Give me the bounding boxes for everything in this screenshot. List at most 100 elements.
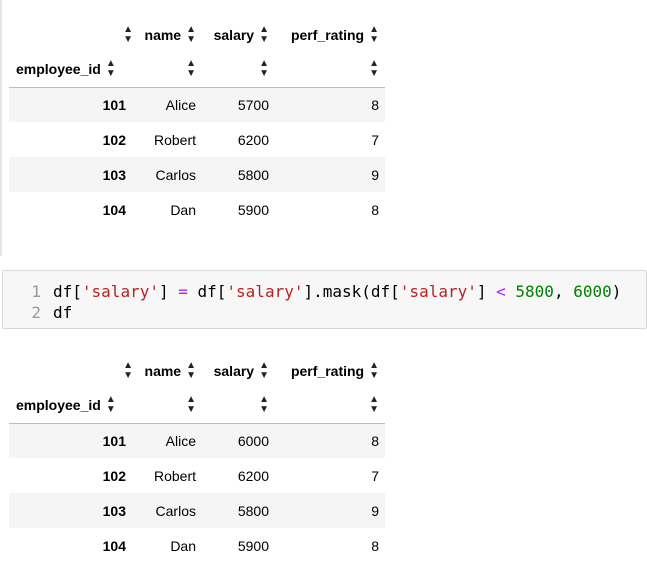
cell-salary: 6200 <box>237 131 269 148</box>
sort-icon[interactable]: ▲ ▼ <box>186 59 196 79</box>
row-index: 104 <box>102 537 126 554</box>
row-index: 102 <box>102 131 126 148</box>
empty-header-cell: ▲ ▼ <box>203 52 277 88</box>
cell-salary: 6000 <box>237 432 269 449</box>
code-token: 'salary' <box>226 282 304 301</box>
sort-icon[interactable]: ▲ ▼ <box>123 360 133 381</box>
sort-icon[interactable]: ▲ ▼ <box>123 24 133 45</box>
cell-perf-rating: 9 <box>371 166 379 183</box>
code-token: ].mask(df[ <box>303 282 400 301</box>
column-header-row: ▲ ▼ name ▲ ▼ salary ▲ ▼ perf_rating ▲ ▼ <box>9 353 385 388</box>
table-row: 103 Carlos 5800 9 <box>9 157 385 192</box>
index-name-header[interactable]: employee_id ▲ ▼ <box>9 388 133 424</box>
column-header-salary[interactable]: salary ▲ ▼ <box>203 353 277 388</box>
index-label: employee_id <box>16 397 101 414</box>
table-row: 104 Dan 5900 8 <box>9 192 385 227</box>
code-token: < <box>496 282 506 301</box>
column-label: name <box>144 26 182 43</box>
cell-name: Robert <box>153 467 196 484</box>
code-token: ] <box>158 282 179 301</box>
cell-name: Robert <box>153 131 196 148</box>
cell-name: Dan <box>170 201 196 218</box>
code-token: df[ <box>53 282 82 301</box>
empty-header-cell: ▲ ▼ <box>133 388 203 424</box>
empty-header-cell: ▲ ▼ <box>133 52 203 88</box>
code-line-1[interactable]: 1 df['salary'] = df['salary'].mask(df['sa… <box>3 281 621 302</box>
table-row: 101 Alice 6000 8 <box>9 423 385 458</box>
index-name-header[interactable]: employee_id ▲ ▼ <box>9 52 133 88</box>
index-label: employee_id <box>16 61 101 78</box>
cell-name: Carlos <box>155 502 196 519</box>
column-header-row: ▲ ▼ name ▲ ▼ salary ▲ ▼ perf_rating ▲ ▼ <box>9 17 385 52</box>
table-row: 104 Dan 5900 8 <box>9 528 385 563</box>
cell-perf-rating: 8 <box>371 96 379 113</box>
code-token: 5800 <box>515 282 554 301</box>
row-index: 102 <box>102 467 126 484</box>
cell-perf-rating: 7 <box>371 131 379 148</box>
line-number: 2 <box>31 303 41 322</box>
sort-icon[interactable]: ▲ ▼ <box>186 24 196 45</box>
sort-icon[interactable]: ▲ ▼ <box>186 395 196 415</box>
dataframe-table-before: ▲ ▼ name ▲ ▼ salary ▲ ▼ perf_rating ▲ ▼ employe… <box>9 17 385 227</box>
sort-icon[interactable]: ▲ ▼ <box>369 59 379 79</box>
cell-perf-rating: 7 <box>371 467 379 484</box>
code-token: , <box>553 282 574 301</box>
row-index: 101 <box>102 96 126 113</box>
code-token: 'salary' <box>399 282 477 301</box>
cell-name: Alice <box>165 96 196 113</box>
sort-icon[interactable]: ▲ ▼ <box>259 59 269 79</box>
cell-name: Alice <box>165 432 196 449</box>
column-header-salary[interactable]: salary ▲ ▼ <box>203 17 277 52</box>
code-token: 'salary' <box>81 282 159 301</box>
sort-icon[interactable]: ▲ ▼ <box>369 360 379 381</box>
sort-icon[interactable]: ▲ ▼ <box>106 395 116 415</box>
column-header-perf-rating[interactable]: perf_rating ▲ ▼ <box>277 353 385 388</box>
cell-salary: 5900 <box>237 537 269 554</box>
code-text[interactable]: df['salary'] = df['salary'].mask(df['sal… <box>53 282 621 301</box>
cell-salary: 6200 <box>237 467 269 484</box>
sort-icon[interactable]: ▲ ▼ <box>259 24 269 45</box>
sort-icon[interactable]: ▲ ▼ <box>186 360 196 381</box>
code-token: = <box>178 282 188 301</box>
table-row: 102 Robert 6200 7 <box>9 122 385 157</box>
cell-salary: 5900 <box>237 201 269 218</box>
code-text[interactable]: df <box>53 303 72 322</box>
output-area-border <box>0 0 2 256</box>
code-token: 6000 <box>573 282 612 301</box>
index-header-row: employee_id ▲ ▼ ▲ ▼ ▲ ▼ ▲ ▼ <box>9 52 385 88</box>
code-token: df[ <box>187 282 227 301</box>
cell-salary: 5800 <box>237 166 269 183</box>
sort-icon[interactable]: ▲ ▼ <box>259 395 269 415</box>
row-index: 104 <box>102 201 126 218</box>
code-token: ) <box>611 282 622 301</box>
column-label: salary <box>213 26 255 43</box>
table-row: 101 Alice 5700 8 <box>9 87 385 122</box>
sort-icon[interactable]: ▲ ▼ <box>106 59 116 79</box>
cell-name: Dan <box>170 537 196 554</box>
empty-header-cell: ▲ ▼ <box>277 388 385 424</box>
table-row: 103 Carlos 5800 9 <box>9 493 385 528</box>
sort-icon[interactable]: ▲ ▼ <box>259 360 269 381</box>
column-label: salary <box>213 362 255 379</box>
index-corner-header[interactable]: ▲ ▼ <box>9 353 133 388</box>
row-index: 103 <box>102 166 126 183</box>
cell-perf-rating: 8 <box>371 537 379 554</box>
sort-icon[interactable]: ▲ ▼ <box>369 24 379 45</box>
code-cell[interactable]: 1 df['salary'] = df['salary'].mask(df['sa… <box>2 270 647 329</box>
index-header-row: employee_id ▲ ▼ ▲ ▼ ▲ ▼ ▲ ▼ <box>9 388 385 424</box>
column-header-name[interactable]: name ▲ ▼ <box>133 17 203 52</box>
column-label: name <box>144 362 182 379</box>
column-header-perf-rating[interactable]: perf_rating ▲ ▼ <box>277 17 385 52</box>
cell-perf-rating: 8 <box>371 201 379 218</box>
row-index: 101 <box>102 432 126 449</box>
column-header-name[interactable]: name ▲ ▼ <box>133 353 203 388</box>
row-index: 103 <box>102 502 126 519</box>
sort-icon[interactable]: ▲ ▼ <box>369 395 379 415</box>
index-corner-header[interactable]: ▲ ▼ <box>9 17 133 52</box>
cell-salary: 5800 <box>237 502 269 519</box>
code-line-2[interactable]: 2 df <box>3 302 72 323</box>
empty-header-cell: ▲ ▼ <box>277 52 385 88</box>
line-number: 1 <box>31 282 41 301</box>
dataframe-table-after: ▲ ▼ name ▲ ▼ salary ▲ ▼ perf_rating ▲ ▼ employe… <box>9 353 385 563</box>
